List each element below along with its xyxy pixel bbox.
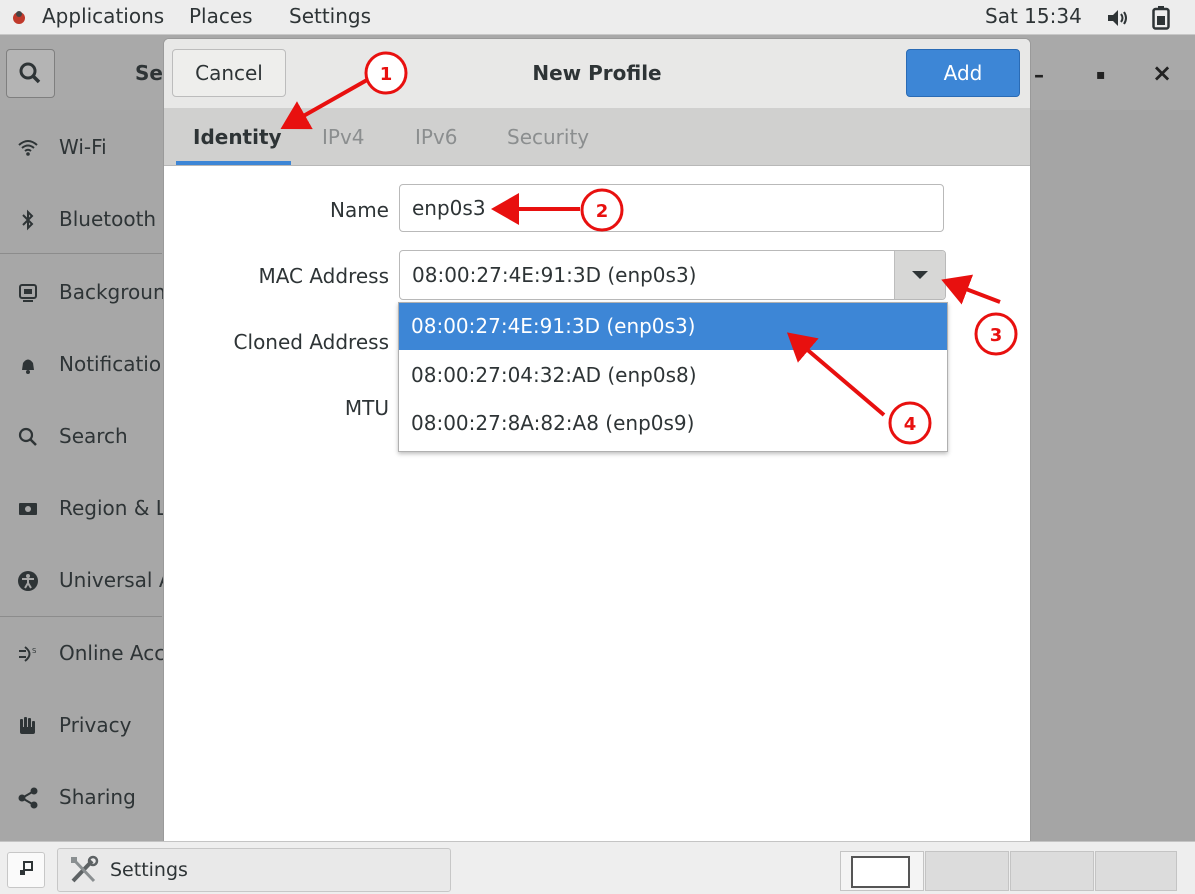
workspace-3[interactable]	[1010, 851, 1094, 891]
minimize-button[interactable]: –	[1034, 63, 1044, 87]
sidebar-item-label: Online Acc	[59, 641, 166, 665]
accessibility-icon	[18, 571, 38, 591]
mac-address-dropdown: 08:00:27:4E:91:3D (enp0s3) 08:00:27:04:3…	[398, 302, 948, 452]
cloned-address-label: Cloned Address	[233, 330, 389, 354]
clock[interactable]: Sat 15:34	[985, 4, 1082, 28]
dialog-header: Cancel New Profile Add	[164, 39, 1030, 108]
svg-text:S: S	[32, 647, 37, 655]
sidebar-item-label: Bluetooth	[59, 207, 157, 231]
maximize-button[interactable]: ▪	[1096, 67, 1106, 83]
sidebar-divider	[0, 253, 162, 254]
settings-title: Se	[135, 61, 163, 85]
sidebar-item-background[interactable]: Backgroun	[0, 272, 166, 312]
show-desktop-button[interactable]	[7, 852, 45, 888]
sidebar-item-notifications[interactable]: Notificatio	[0, 344, 162, 384]
workspace-1[interactable]	[840, 851, 924, 891]
taskbar-settings-window[interactable]: Settings	[57, 848, 451, 892]
mac-option[interactable]: 08:00:27:8A:82:A8 (enp0s9)	[399, 400, 947, 447]
sidebar-item-bluetooth[interactable]: Bluetooth	[0, 199, 162, 239]
sidebar-item-wifi[interactable]: Wi-Fi	[0, 127, 162, 167]
taskbar-settings-label: Settings	[110, 859, 188, 881]
bluetooth-icon	[22, 209, 34, 231]
sidebar-item-label: Universal A	[59, 568, 173, 592]
volume-icon[interactable]	[1106, 8, 1130, 28]
applications-icon[interactable]	[10, 8, 28, 26]
mac-address-combo[interactable]: 08:00:27:4E:91:3D (enp0s3)	[399, 250, 946, 300]
search-icon	[19, 62, 41, 84]
workspace-2[interactable]	[925, 851, 1009, 891]
sidebar-item-search[interactable]: Search	[0, 416, 162, 456]
workspace-window-thumb	[851, 856, 910, 888]
name-input[interactable]	[399, 184, 944, 232]
mac-address-label: MAC Address	[258, 264, 389, 288]
dialog-title: New Profile	[532, 61, 662, 85]
sidebar-item-label: Region & L	[59, 496, 167, 520]
add-button[interactable]: Add	[906, 49, 1020, 97]
places-menu[interactable]: Places	[189, 4, 253, 28]
sidebar-item-online-accounts[interactable]: S Online Acc	[0, 633, 166, 673]
sidebar-item-label: Backgroun	[59, 280, 166, 304]
sidebar-item-label: Privacy	[59, 713, 132, 737]
tools-icon	[71, 855, 99, 883]
tab-identity[interactable]: Identity	[193, 125, 282, 149]
sidebar-item-label: Search	[59, 424, 128, 448]
chevron-down-icon	[912, 271, 928, 279]
sidebar-item-label: Notificatio	[59, 352, 162, 376]
bottom-taskbar: Settings	[0, 841, 1195, 894]
window-list-icon	[20, 861, 33, 875]
search-icon	[18, 427, 37, 446]
sidebar-item-universal-access[interactable]: Universal A	[0, 560, 173, 600]
online-accounts-icon: S	[19, 646, 37, 662]
mac-option[interactable]: 08:00:27:04:32:AD (enp0s8)	[399, 352, 947, 399]
active-tab-indicator	[176, 161, 291, 165]
battery-icon[interactable]	[1152, 6, 1170, 30]
share-icon	[18, 787, 38, 809]
applications-menu[interactable]: Applications	[42, 4, 164, 28]
mtu-label: MTU	[344, 396, 389, 420]
mac-address-value: 08:00:27:4E:91:3D (enp0s3)	[412, 263, 697, 287]
wifi-icon	[18, 140, 38, 156]
sidebar-item-region[interactable]: Region & L	[0, 488, 167, 528]
new-profile-dialog: Cancel New Profile Add Identity IPv4 IPv…	[163, 38, 1031, 850]
sidebar-item-sharing[interactable]: Sharing	[0, 777, 162, 817]
search-button[interactable]	[6, 49, 55, 98]
tab-ipv6[interactable]: IPv6	[415, 125, 458, 149]
region-icon	[19, 503, 37, 515]
name-label: Name	[329, 198, 389, 222]
settings-sidebar: Wi-Fi Bluetooth Backgroun Notificatio Se…	[0, 110, 173, 841]
close-button[interactable]: ×	[1152, 59, 1172, 87]
tab-bar: Identity IPv4 IPv6 Security	[164, 108, 1030, 166]
sidebar-divider	[0, 616, 162, 617]
settings-content-area	[1030, 110, 1195, 841]
top-bar: Applications Places Settings Sat 15:34	[0, 0, 1195, 35]
tab-security[interactable]: Security	[507, 125, 589, 149]
mac-option[interactable]: 08:00:27:4E:91:3D (enp0s3)	[399, 303, 947, 350]
tab-ipv4[interactable]: IPv4	[322, 125, 365, 149]
sidebar-item-privacy[interactable]: Privacy	[0, 705, 162, 745]
workspace-4[interactable]	[1095, 851, 1177, 891]
settings-menu[interactable]: Settings	[289, 4, 371, 28]
background-icon	[19, 284, 37, 302]
mac-dropdown-button[interactable]	[894, 251, 945, 299]
privacy-hand-icon	[20, 717, 35, 734]
sidebar-item-label: Wi-Fi	[59, 135, 107, 159]
sidebar-item-label: Sharing	[59, 785, 136, 809]
bell-icon	[22, 359, 34, 374]
